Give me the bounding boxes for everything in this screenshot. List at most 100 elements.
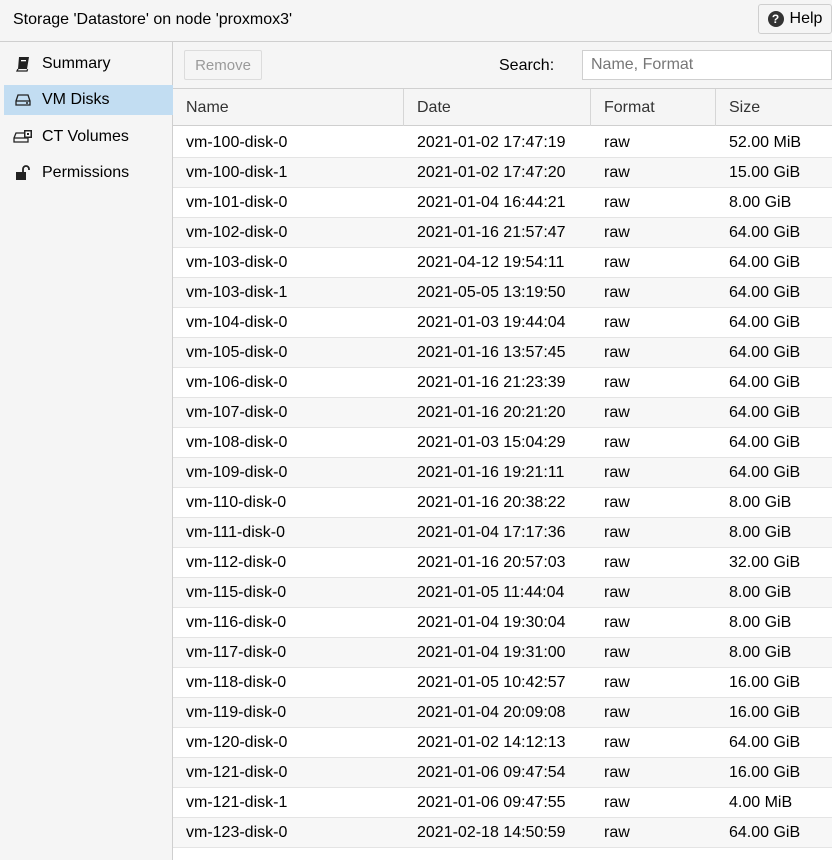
cell-format: raw — [604, 824, 630, 841]
table-row[interactable]: vm-112-disk-0 2021-01-16 20:57:03 raw 32.00… — [173, 548, 832, 578]
table-row[interactable]: vm-107-disk-0 2021-01-16 20:21:20 raw 64.00… — [173, 398, 832, 428]
sidebar-item-ct-volumes[interactable]: CT Volumes — [4, 122, 173, 152]
help-button[interactable]: ? Help — [758, 4, 832, 34]
table-row[interactable]: vm-108-disk-0 2021-01-03 15:04:29 raw 64.00… — [173, 428, 832, 458]
sidebar-item-vm-disks[interactable]: VM Disks — [4, 85, 173, 115]
cell-format: raw — [604, 764, 630, 781]
table-row[interactable]: vm-110-disk-0 2021-01-16 20:38:22 raw 8.00 … — [173, 488, 832, 518]
question-icon: ? — [767, 11, 784, 27]
hdd-icon — [13, 91, 33, 109]
cell-date: 2021-01-16 20:38:22 — [417, 494, 566, 511]
cell-date: 2021-01-05 11:44:04 — [417, 584, 565, 601]
table-row[interactable]: vm-104-disk-0 2021-01-03 19:44:04 raw 64.00… — [173, 308, 832, 338]
cell-size: 4.00 MiB — [729, 794, 793, 811]
cell-size: 8.00 GiB — [729, 584, 792, 601]
sidebar-item-label: CT Volumes — [42, 128, 129, 145]
table-row[interactable]: vm-102-disk-0 2021-01-16 21:57:47 raw 64.00… — [173, 218, 832, 248]
cell-size: 52.00 MiB — [729, 134, 802, 151]
cell-size: 32.00 GiB — [729, 554, 801, 571]
cell-name: vm-100-disk-0 — [186, 134, 288, 151]
sidebar-item-summary[interactable]: Summary — [4, 49, 173, 79]
column-header-name[interactable]: Name — [173, 89, 404, 126]
cell-name: vm-117-disk-0 — [186, 644, 287, 661]
cell-date: 2021-01-03 15:04:29 — [417, 434, 566, 451]
cell-name: vm-103-disk-0 — [186, 254, 288, 271]
cell-name: vm-111-disk-0 — [186, 524, 285, 541]
table-row[interactable]: vm-105-disk-0 2021-01-16 13:57:45 raw 64.00… — [173, 338, 832, 368]
cell-size: 64.00 GiB — [729, 284, 801, 301]
table-row[interactable]: vm-103-disk-0 2021-04-12 19:54:11 raw 64.00… — [173, 248, 832, 278]
table-row[interactable]: vm-117-disk-0 2021-01-04 19:31:00 raw 8.00 … — [173, 638, 832, 668]
table-row[interactable]: vm-123-disk-0 2021-02-18 14:50:59 raw 64.00… — [173, 818, 832, 848]
cell-format: raw — [604, 194, 630, 211]
cell-size: 64.00 GiB — [729, 824, 801, 841]
cell-size: 8.00 GiB — [729, 494, 792, 511]
table-row[interactable]: vm-109-disk-0 2021-01-16 19:21:11 raw 64.00… — [173, 458, 832, 488]
cell-name: vm-103-disk-1 — [186, 284, 288, 301]
sidebar-item-label: Permissions — [42, 164, 130, 181]
cell-name: vm-108-disk-0 — [186, 434, 288, 451]
table-row[interactable]: vm-106-disk-0 2021-01-16 21:23:39 raw 64.00… — [173, 368, 832, 398]
cell-name: vm-104-disk-0 — [186, 314, 288, 331]
cell-date: 2021-01-02 14:12:13 — [417, 734, 566, 751]
table-row[interactable]: vm-119-disk-0 2021-01-04 20:09:08 raw 16.00… — [173, 698, 832, 728]
cell-format: raw — [604, 494, 630, 511]
cell-name: vm-106-disk-0 — [186, 374, 288, 391]
sidebar-item-label: Summary — [42, 55, 111, 72]
cell-name: vm-123-disk-0 — [186, 824, 288, 841]
table-row[interactable]: vm-100-disk-0 2021-01-02 17:47:19 raw 52.00… — [173, 128, 832, 158]
table-row[interactable]: vm-111-disk-0 2021-01-04 17:17:36 raw 8.00 … — [173, 518, 832, 548]
cell-date: 2021-05-05 13:19:50 — [417, 284, 566, 301]
cell-date: 2021-01-16 21:57:47 — [417, 224, 566, 241]
table-row[interactable]: vm-100-disk-1 2021-01-02 17:47:20 raw 15.00… — [173, 158, 832, 188]
cell-name: vm-118-disk-0 — [186, 674, 287, 691]
sidebar-item-permissions[interactable]: Permissions — [4, 158, 173, 188]
unlock-icon — [13, 164, 33, 182]
sidebar: Summary VM Disks CT Volumes Permissions — [0, 42, 173, 860]
cell-format: raw — [604, 464, 630, 481]
cell-name: vm-121-disk-1 — [186, 794, 288, 811]
cell-format: raw — [604, 314, 630, 331]
grid-header: Name Date Format Size — [173, 88, 832, 126]
table-row[interactable]: vm-118-disk-0 2021-01-05 10:42:57 raw 16.00… — [173, 668, 832, 698]
cell-name: vm-109-disk-0 — [186, 464, 288, 481]
book-icon — [13, 55, 33, 73]
cell-format: raw — [604, 224, 630, 241]
cell-date: 2021-01-06 09:47:54 — [417, 764, 566, 781]
table-row[interactable]: vm-121-disk-0 2021-01-06 09:47:54 raw 16.00… — [173, 758, 832, 788]
table-row[interactable]: vm-116-disk-0 2021-01-04 19:30:04 raw 8.00 … — [173, 608, 832, 638]
cell-name: vm-105-disk-0 — [186, 344, 288, 361]
cell-name: vm-115-disk-0 — [186, 584, 287, 601]
column-header-size[interactable]: Size — [716, 89, 832, 126]
cell-date: 2021-01-16 20:57:03 — [417, 554, 566, 571]
search-input[interactable] — [582, 50, 832, 80]
cell-name: vm-102-disk-0 — [186, 224, 288, 241]
table-row[interactable]: vm-121-disk-1 2021-01-06 09:47:55 raw 4.00 … — [173, 788, 832, 818]
cell-name: vm-100-disk-1 — [186, 164, 288, 181]
cell-format: raw — [604, 344, 630, 361]
cell-size: 64.00 GiB — [729, 254, 801, 271]
cell-format: raw — [604, 374, 630, 391]
cell-format: raw — [604, 794, 630, 811]
cell-size: 8.00 GiB — [729, 644, 792, 661]
table-row[interactable]: vm-101-disk-0 2021-01-04 16:44:21 raw 8.00 … — [173, 188, 832, 218]
cell-size: 15.00 GiB — [729, 164, 801, 181]
cell-format: raw — [604, 164, 630, 181]
cell-date: 2021-01-04 19:30:04 — [417, 614, 566, 631]
cell-date: 2021-01-02 17:47:19 — [417, 134, 566, 151]
cell-date: 2021-01-16 13:57:45 — [417, 344, 566, 361]
column-header-date[interactable]: Date — [404, 89, 591, 126]
remove-button[interactable]: Remove — [184, 50, 262, 80]
cell-date: 2021-01-03 19:44:04 — [417, 314, 566, 331]
column-header-format[interactable]: Format — [591, 89, 716, 126]
cell-name: vm-120-disk-0 — [186, 734, 288, 751]
cell-name: vm-112-disk-0 — [186, 554, 287, 571]
cell-format: raw — [604, 254, 630, 271]
sidebar-item-label: VM Disks — [42, 91, 110, 108]
cell-format: raw — [604, 644, 630, 661]
table-row[interactable]: vm-103-disk-1 2021-05-05 13:19:50 raw 64.00… — [173, 278, 832, 308]
cell-date: 2021-01-04 17:17:36 — [417, 524, 566, 541]
table-row[interactable]: vm-120-disk-0 2021-01-02 14:12:13 raw 64.00… — [173, 728, 832, 758]
cell-name: vm-101-disk-0 — [186, 194, 288, 211]
table-row[interactable]: vm-115-disk-0 2021-01-05 11:44:04 raw 8.00 … — [173, 578, 832, 608]
